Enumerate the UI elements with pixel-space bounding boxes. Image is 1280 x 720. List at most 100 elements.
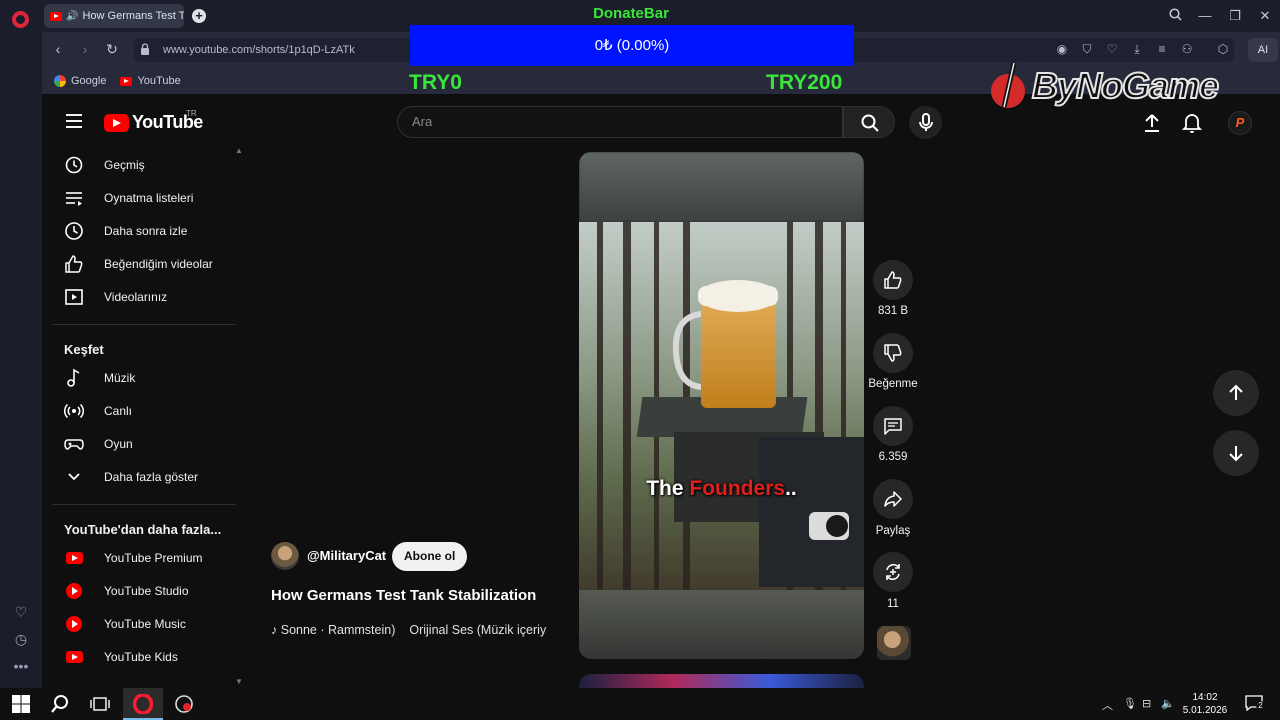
bookmark-label: Google — [71, 75, 107, 87]
url-text: www.youtube.com/shorts/1p1qD-LzATk — [163, 44, 355, 56]
video-blur-bottom — [579, 590, 864, 659]
dislike-button[interactable] — [873, 333, 913, 373]
search-tabs-icon[interactable] — [1167, 8, 1183, 24]
nav-item-youtube-premium[interactable]: YouTube Premium — [42, 541, 236, 574]
network-icon[interactable]: ⊟ — [1142, 697, 1151, 710]
like-button[interactable] — [873, 260, 913, 300]
new-tab-button[interactable]: + — [192, 9, 206, 23]
channel-name[interactable]: @MilitaryCat — [307, 548, 386, 563]
remix-button[interactable] — [873, 552, 913, 592]
nav-item-youtube-studio[interactable]: YouTube Studio — [42, 574, 236, 607]
music-note-icon — [67, 368, 80, 387]
share-button[interactable] — [873, 479, 913, 519]
volume-icon[interactable]: 🔈 — [1161, 697, 1175, 710]
obs-recorder-icon[interactable] — [174, 694, 194, 714]
upload-icon[interactable] — [1142, 113, 1162, 133]
shield-icon[interactable]: ⛉ — [1079, 42, 1095, 57]
notifications-bell-icon[interactable] — [1182, 112, 1202, 134]
camera-icon[interactable]: ◉ — [1054, 42, 1070, 56]
nav-item-playlists[interactable]: Oynatma listeleri — [42, 181, 236, 214]
dislike-label: Beğenme — [868, 378, 918, 390]
donatebar-progress: 0₺ (0.00%) — [410, 25, 854, 66]
nav-item-watch-later[interactable]: Daha sonra izle — [42, 214, 236, 247]
heart-bookmark-icon[interactable]: ♡ — [1104, 42, 1120, 56]
nav-item-liked-videos[interactable]: Beğendiğim videolar — [42, 247, 236, 280]
nav-label: Beğendiğim videolar — [104, 256, 213, 271]
tab-active[interactable]: 🔊 How Germans Test Tar — [44, 4, 184, 28]
nav-label: Daha fazla göster — [104, 469, 199, 484]
channel-thumbnail[interactable] — [877, 626, 911, 660]
subscribe-button[interactable]: Abone ol — [392, 542, 468, 571]
next-short-preview[interactable] — [579, 674, 864, 688]
remix-icon — [886, 564, 900, 580]
notification-center-icon[interactable]: 2 — [1245, 695, 1265, 712]
nav-divider — [52, 504, 236, 505]
windows-start-icon[interactable] — [11, 694, 31, 714]
close-window-button[interactable]: ✕ — [1257, 8, 1273, 24]
history-clock-icon[interactable]: ◷ — [12, 630, 30, 648]
nav-label: Geçmiş — [104, 157, 145, 172]
guide-menu-icon[interactable] — [66, 114, 82, 128]
bynogame-text: ByNoGame — [1031, 64, 1220, 107]
opera-logo-icon[interactable] — [12, 11, 29, 28]
taskbar-clock[interactable]: 14:02 5.01.2026 — [1180, 691, 1230, 717]
voice-search-button[interactable] — [909, 106, 942, 139]
lock-icon[interactable] — [140, 43, 150, 56]
nav-item-youtube-kids[interactable]: YouTube Kids — [42, 640, 236, 673]
nav-item-history[interactable]: Geçmiş — [42, 148, 236, 181]
next-short-button[interactable] — [1213, 430, 1259, 476]
tray-expand-icon[interactable]: ︿ — [1102, 697, 1113, 713]
speaker-icon[interactable]: 🔊 — [66, 11, 78, 22]
nav-scroll-down-icon[interactable]: ▼ — [235, 677, 243, 686]
download-icon[interactable]: ⤓ — [1129, 42, 1145, 57]
search-button[interactable] — [843, 106, 895, 138]
live-icon — [64, 403, 84, 418]
youtube-music-icon — [64, 614, 84, 634]
nav-label: Videolarınız — [104, 289, 168, 304]
heart-icon[interactable]: ♡ — [12, 603, 30, 621]
previous-short-button[interactable] — [1213, 370, 1259, 416]
reload-button[interactable]: ↻ — [104, 41, 120, 58]
opera-sidebar: ♡ ◷ ••• — [0, 0, 42, 688]
bookmark-label: YouTube — [137, 75, 181, 87]
video-title[interactable]: How Germans Test Tank Stabilization — [271, 587, 536, 604]
bookmark-youtube[interactable]: YouTube — [120, 75, 181, 87]
short-video-player[interactable]: The Founders.. — [579, 152, 864, 659]
more-dots-icon[interactable]: ••• — [12, 657, 30, 675]
task-view-icon[interactable] — [90, 694, 110, 714]
taskbar-opera-button[interactable] — [123, 688, 163, 720]
nav-item-youtube-music[interactable]: YouTube Music — [42, 607, 236, 640]
minimize-button[interactable]: — — [1197, 8, 1213, 23]
nav-item-show-more[interactable]: Daha fazla göster — [42, 460, 236, 493]
restore-button[interactable]: ❐ — [1227, 8, 1243, 24]
channel-avatar[interactable] — [271, 542, 299, 570]
ai-button[interactable]: AI — [1248, 38, 1278, 62]
comments-button[interactable] — [873, 406, 913, 446]
back-button[interactable]: ‹ — [50, 41, 66, 57]
nav-item-your-videos[interactable]: Videolarınız — [42, 280, 236, 313]
nav-item-gaming[interactable]: Oyun — [42, 427, 236, 460]
nav-scroll-up-icon[interactable]: ▲ — [235, 146, 243, 155]
chevron-down-icon — [68, 472, 80, 480]
thumbs-down-icon — [884, 344, 902, 362]
extension-cube-icon[interactable]: ⬡ — [1215, 42, 1231, 56]
video-blur-top — [579, 152, 864, 222]
menu-lines-icon[interactable]: ≡ — [1154, 42, 1170, 56]
taskbar-search-icon[interactable] — [50, 694, 70, 714]
nav-item-live[interactable]: Canlı — [42, 394, 236, 427]
bynogame-watermark: ByNoGame — [990, 58, 1220, 114]
microphone-tray-icon[interactable]: 🎙 — [1123, 697, 1137, 710]
youtube-studio-icon — [64, 581, 84, 601]
search-input[interactable]: Ara — [397, 106, 843, 138]
thumbs-up-icon — [65, 254, 83, 273]
bookmark-google[interactable]: Google — [54, 75, 106, 87]
nav-item-music[interactable]: Müzik — [42, 361, 236, 394]
music-info[interactable]: ♪ Sonne · Rammstein) Orijinal Ses (Müzik… — [271, 623, 546, 637]
profile-icon[interactable]: ⚇ — [1179, 42, 1195, 56]
youtube-premium-icon — [64, 548, 84, 568]
opera-icon — [133, 694, 153, 714]
bynogame-logo-icon — [991, 62, 1025, 108]
youtube-favicon-icon — [50, 11, 62, 21]
account-avatar[interactable]: P — [1228, 111, 1252, 135]
forward-button[interactable]: › — [77, 41, 93, 57]
